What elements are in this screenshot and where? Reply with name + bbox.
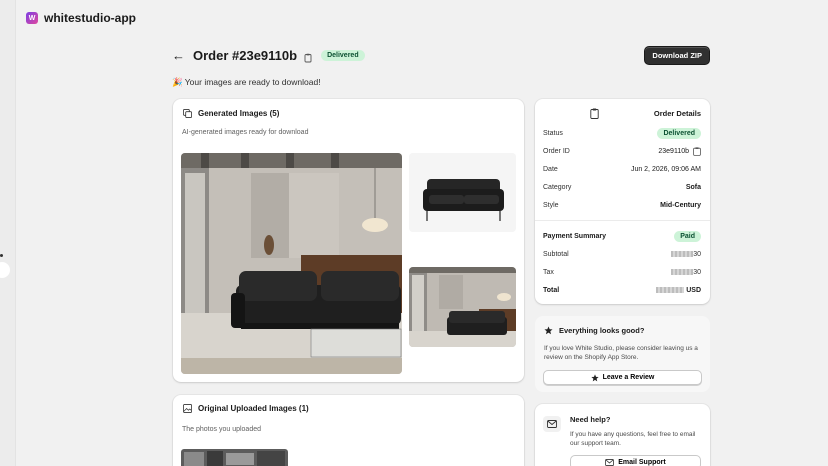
detail-label: Status (543, 129, 563, 137)
order-details-card: Order Details Status Delivered Order ID … (535, 99, 710, 304)
order-details-header: Order Details (535, 108, 710, 120)
redacted-value (656, 286, 685, 293)
style-value: Mid-Century (660, 201, 701, 209)
rail-handle[interactable] (0, 262, 10, 278)
app-logo-icon: W (26, 12, 38, 24)
detail-label: Order ID (543, 147, 570, 155)
star-icon (544, 326, 553, 335)
payment-label: Tax (543, 268, 554, 276)
generated-image-2[interactable] (409, 153, 516, 232)
order-details-title: Order Details (653, 109, 701, 118)
help-text: If you have any questions, feel free to … (570, 431, 696, 447)
left-rail (0, 0, 16, 466)
generated-images-title: Generated Images (5) (198, 109, 280, 118)
feedback-title: Everything looks good? (559, 326, 645, 335)
original-images-title: Original Uploaded Images (1) (198, 404, 309, 413)
paid-badge: Paid (674, 230, 701, 242)
original-images-card: Original Uploaded Images (1) The photos … (173, 395, 524, 466)
feedback-card: Everything looks good? If you love White… (535, 316, 710, 392)
payment-row-total: Total USD (543, 284, 701, 296)
back-arrow-icon[interactable]: ← (172, 48, 185, 63)
redacted-value (671, 268, 694, 275)
page-header: ← Order #23e9110b Delivered Download ZIP (172, 45, 710, 65)
status-badge: Delivered (321, 49, 365, 61)
rail-dot (0, 254, 3, 257)
ready-message: 🎉 Your images are ready to download! (172, 77, 321, 87)
copy-icon[interactable] (693, 146, 701, 156)
email-support-label: Email Support (618, 459, 666, 466)
divider (535, 220, 710, 221)
feedback-header: Everything looks good? (544, 326, 644, 335)
generated-image-1[interactable] (181, 153, 402, 374)
clipboard-icon (590, 108, 599, 119)
generated-images-card: Generated Images (5) AI-generated images… (173, 99, 524, 382)
detail-row-style: Style Mid-Century (543, 199, 701, 211)
generated-image-3[interactable] (409, 267, 516, 347)
detail-row-category: Category Sofa (543, 181, 701, 193)
help-title: Need help? (570, 415, 611, 424)
tax-value: 30 (693, 268, 701, 276)
image-icon (183, 404, 192, 413)
images-icon (183, 109, 192, 118)
payment-row-tax: Tax 30 (543, 266, 701, 278)
date-value: Jun 2, 2026, 09:06 AM (630, 165, 701, 173)
detail-row-date: Date Jun 2, 2026, 09:06 AM (543, 163, 701, 175)
help-card: Need help? If you have any questions, fe… (535, 404, 710, 466)
page-title: Order #23e9110b (193, 47, 298, 63)
detail-label: Date (543, 165, 558, 173)
detail-row-order-id: Order ID 23e9110b (543, 145, 701, 157)
leave-review-label: Leave a Review (602, 374, 655, 381)
detail-label: Category (543, 183, 572, 191)
download-zip-button[interactable]: Download ZIP (644, 45, 710, 65)
order-id-value: 23e9110b (658, 147, 689, 155)
email-support-button[interactable]: Email Support (570, 455, 701, 466)
generated-images-header: Generated Images (5) (183, 109, 279, 118)
redacted-value (671, 250, 694, 257)
payment-label: Subtotal (543, 250, 569, 258)
original-images-header: Original Uploaded Images (1) (183, 404, 309, 413)
payment-row-subtotal: Subtotal 30 (543, 248, 701, 260)
total-value: USD (686, 286, 701, 294)
clipboard-icon[interactable] (303, 50, 313, 63)
payment-summary-header: Payment Summary Paid (543, 230, 701, 242)
leave-review-button[interactable]: Leave a Review (543, 370, 702, 385)
category-value: Sofa (685, 183, 701, 191)
mail-icon (605, 459, 615, 466)
app-name: whitestudio-app (44, 11, 136, 25)
subtotal-value: 30 (693, 250, 701, 258)
feedback-text: If you love White Studio, please conside… (544, 345, 698, 361)
mail-icon (543, 416, 561, 432)
detail-label: Style (543, 201, 559, 209)
star-icon (591, 373, 599, 381)
original-image-thumbnail[interactable] (181, 449, 288, 466)
app-header: W whitestudio-app (26, 10, 136, 26)
payment-label: Total (543, 286, 560, 294)
original-images-subtitle: The photos you uploaded (182, 426, 262, 433)
generated-images-subtitle: AI-generated images ready for download (182, 129, 309, 136)
status-badge: Delivered (657, 127, 701, 139)
detail-row-status: Status Delivered (543, 127, 701, 139)
payment-summary-title: Payment Summary (543, 232, 607, 240)
